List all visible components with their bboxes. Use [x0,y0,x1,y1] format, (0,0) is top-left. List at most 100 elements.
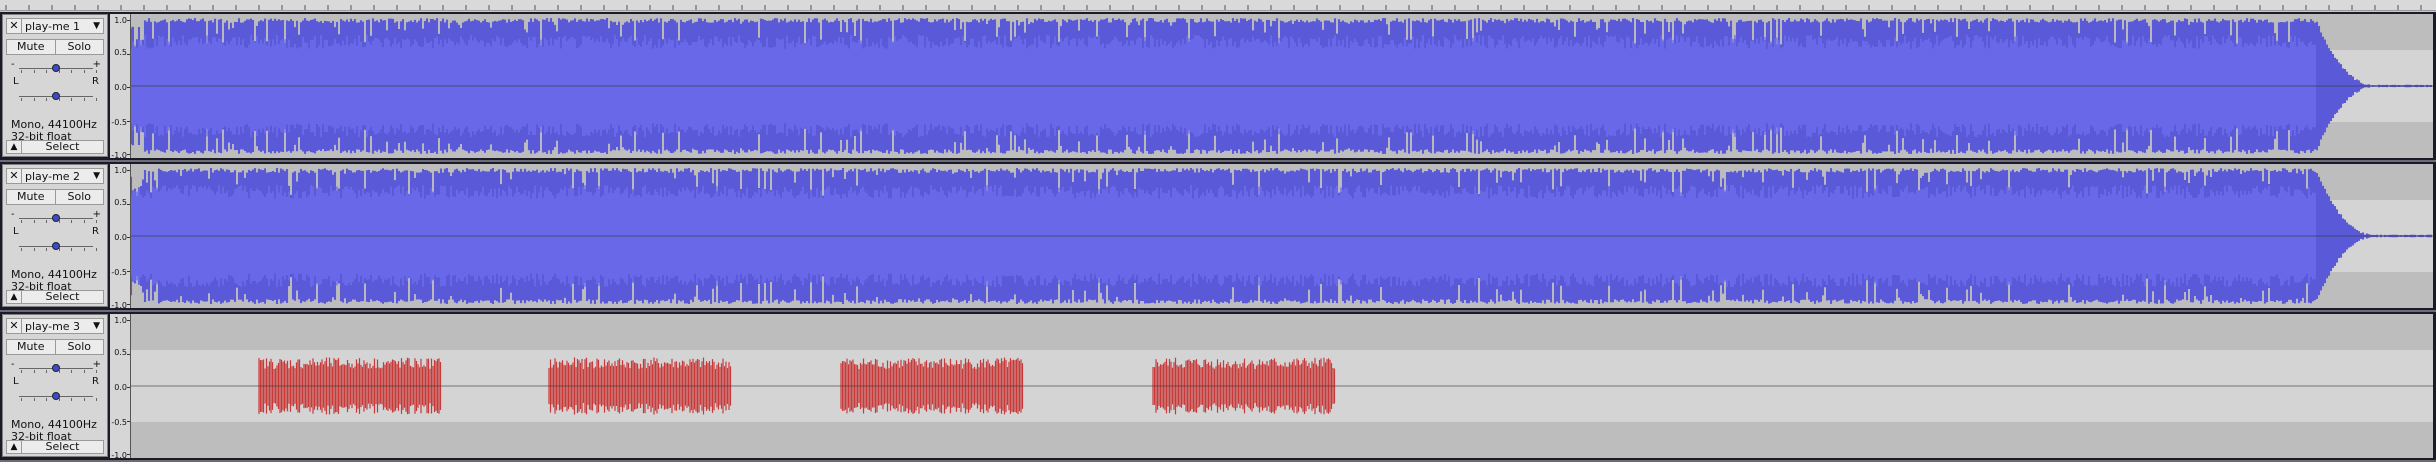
amplitude-tick-label: 1.0 [114,316,127,325]
gain-minus-label: - [11,59,15,70]
amplitude-tick [127,87,130,88]
pan-left-label: L [13,226,19,237]
amplitude-tick-label: -0.5 [111,268,127,277]
amplitude-tick-label: -0.5 [111,418,127,427]
gain-minus-label: - [11,359,15,370]
waveform-clip[interactable] [131,164,2433,308]
track-footer-row: ▲ Select [6,140,104,154]
gain-slider-thumb[interactable] [52,364,60,372]
collapse-track-button[interactable]: ▲ [6,440,22,454]
pan-tick [71,398,72,401]
waveform-clip[interactable] [131,14,2433,158]
amplitude-ruler[interactable]: 1.0 0.5 0.0 -0.5 -1.0 [110,164,131,310]
pan-tick [21,98,22,101]
close-track-button[interactable]: ✕ [6,18,22,34]
select-track-button[interactable]: Select [22,290,104,304]
track-name: play-me 1 [25,19,81,33]
amplitude-tick [127,387,130,388]
gain-minus-label: - [11,209,15,220]
track-header-row: ✕ play-me 3 ▼ [6,318,104,334]
gain-tick [33,70,35,73]
mute-button[interactable]: Mute [6,39,56,55]
mute-solo-row: Mute Solo [6,39,104,55]
track-name: play-me 3 [25,319,81,333]
gain-tick [83,70,85,73]
pan-tick [33,398,35,401]
track-footer-row: ▲ Select [6,440,104,454]
pan-slider[interactable]: LR [11,76,101,102]
track-footer-row: ▲ Select [6,290,104,304]
amplitude-tick-label: -1.0 [111,151,127,160]
mute-button[interactable]: Mute [6,189,56,205]
pan-slider-thumb[interactable] [52,92,60,100]
amplitude-ruler[interactable]: 1.0 0.5 0.0 -0.5 -1.0 [110,14,131,160]
pan-slider[interactable]: LR [11,226,101,252]
gain-slider[interactable]: - + [11,59,101,74]
waveform-graphic [131,164,2433,308]
pan-tick [46,98,47,101]
gain-tick [71,70,72,73]
solo-button[interactable]: Solo [55,39,104,55]
amplitude-tick-label: 1.0 [114,166,127,175]
track-name-menu[interactable]: play-me 2 ▼ [22,168,104,184]
chevron-down-icon: ▼ [93,171,100,181]
gain-tick [33,220,35,223]
amplitude-tick [127,320,130,321]
gain-slider[interactable]: - + [11,209,101,224]
pan-tick [71,248,72,251]
amplitude-ruler[interactable]: 1.0 0.5 0.0 -0.5 -1.0 [110,314,131,460]
timeline-ruler[interactable] [0,0,2436,11]
close-track-button[interactable]: ✕ [6,318,22,334]
gain-tick [46,370,47,373]
close-track-button[interactable]: ✕ [6,168,22,184]
pan-right-label: R [92,226,99,237]
track-header-row: ✕ play-me 2 ▼ [6,168,104,184]
track-name-menu[interactable]: play-me 1 ▼ [22,18,104,34]
pan-left-label: L [13,376,19,387]
gain-tick [83,220,85,223]
amplitude-tick-label: 0.0 [114,83,127,92]
amplitude-tick [127,53,130,55]
gain-tick [96,370,97,373]
solo-button[interactable]: Solo [55,339,104,355]
amplitude-tick [127,170,130,171]
pan-tick [21,398,22,401]
pan-tick [71,98,72,101]
ruler-ticks [5,5,2422,10]
track-name-menu[interactable]: play-me 3 ▼ [22,318,104,334]
select-track-button[interactable]: Select [22,440,104,454]
pan-tick [46,248,47,251]
amplitude-tick [127,20,130,21]
waveform-clip[interactable] [131,314,2433,458]
gain-slider[interactable]: - + [11,359,101,374]
amplitude-tick-label: -1.0 [111,451,127,460]
amplitude-tick-label: 1.0 [114,16,127,25]
solo-button[interactable]: Solo [55,189,104,205]
track-name: play-me 2 [25,169,81,183]
gain-tick [71,220,72,223]
amplitude-tick [127,203,130,205]
amplitude-tick [127,353,130,355]
pan-tick [33,248,35,251]
pan-slider-thumb[interactable] [52,242,60,250]
pan-slider[interactable]: LR [11,376,101,402]
pan-tick [96,248,97,251]
track-header-row: ✕ play-me 1 ▼ [6,18,104,34]
amplitude-tick [127,120,130,122]
amplitude-tick [127,237,130,238]
select-track-button[interactable]: Select [22,140,104,154]
gain-tick [46,220,47,223]
collapse-track-button[interactable]: ▲ [6,290,22,304]
collapse-track-button[interactable]: ▲ [6,140,22,154]
amplitude-tick [127,154,130,155]
gain-tick [96,70,97,73]
amplitude-tick [127,454,130,455]
gain-slider-thumb[interactable] [52,64,60,72]
mute-button[interactable]: Mute [6,339,56,355]
track-control-panel: ✕ play-me 2 ▼ Mute Solo - + L R Mono, 44100Hz 32-b… [2,164,108,307]
amplitude-tick-label: 0.5 [114,348,127,357]
pan-slider-thumb[interactable] [52,392,60,400]
amplitude-tick-label: -1.0 [111,301,127,310]
gain-slider-thumb[interactable] [52,214,60,222]
pan-right-label: R [92,376,99,387]
